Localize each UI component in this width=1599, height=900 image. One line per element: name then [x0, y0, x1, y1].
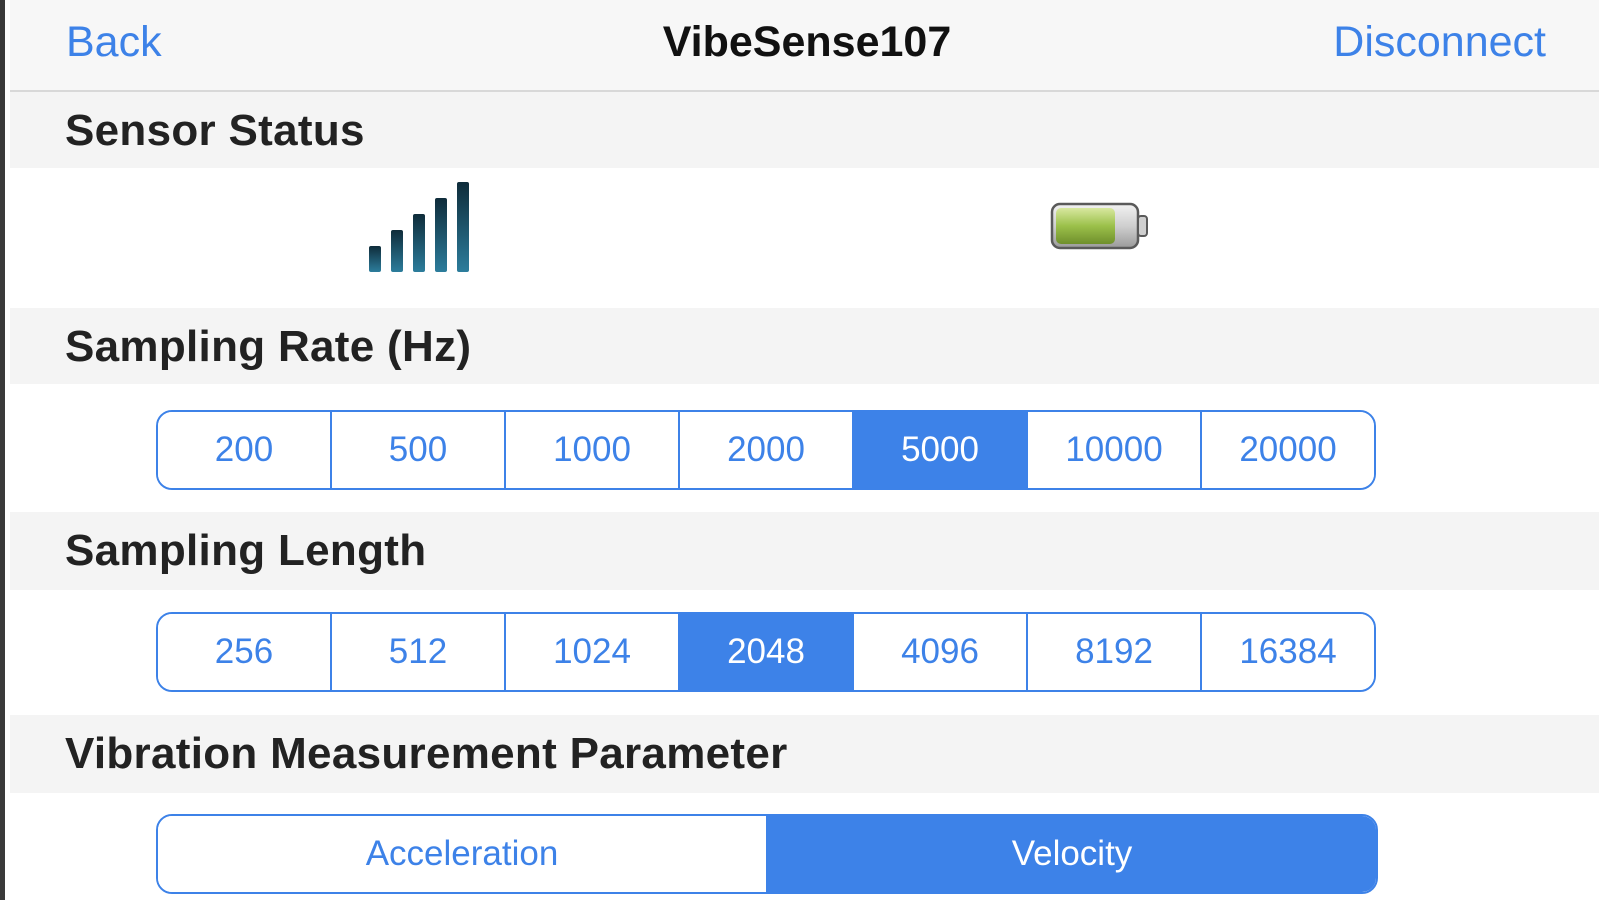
- section-header-sampling-length: Sampling Length: [10, 512, 1599, 590]
- segment-option-512[interactable]: 512: [332, 614, 506, 690]
- section-title: Sampling Length: [65, 526, 427, 575]
- sensor-status-row: [10, 170, 1599, 310]
- signal-bar: [369, 246, 381, 272]
- signal-bar: [457, 182, 469, 272]
- section-header-vibration-parameter: Vibration Measurement Parameter: [10, 715, 1599, 793]
- navigation-bar: Back VibeSense107 Disconnect: [10, 0, 1599, 92]
- segment-option-16384[interactable]: 16384: [1202, 614, 1374, 690]
- segment-option-200[interactable]: 200: [158, 412, 332, 488]
- segment-option-20000[interactable]: 20000: [1202, 412, 1374, 488]
- segment-option-8192[interactable]: 8192: [1028, 614, 1202, 690]
- section-header-sensor-status: Sensor Status: [10, 92, 1599, 168]
- segment-option-1000[interactable]: 1000: [506, 412, 680, 488]
- segment-option-10000[interactable]: 10000: [1028, 412, 1202, 488]
- sampling-rate-segmented-control: 200 500 1000 2000 5000 10000 20000: [156, 410, 1376, 490]
- segment-option-2000[interactable]: 2000: [680, 412, 854, 488]
- device-name: VibeSense107: [662, 18, 952, 66]
- disconnect-button[interactable]: Disconnect: [1333, 18, 1546, 67]
- signal-bar: [413, 214, 425, 272]
- segment-option-1024[interactable]: 1024: [506, 614, 680, 690]
- segment-option-256[interactable]: 256: [158, 614, 332, 690]
- segment-option-4096[interactable]: 4096: [854, 614, 1028, 690]
- segment-option-5000[interactable]: 5000: [854, 412, 1028, 488]
- battery-icon: [1050, 202, 1148, 250]
- signal-bar: [435, 198, 447, 272]
- sampling-length-segmented-control: 256 512 1024 2048 4096 8192 16384: [156, 612, 1376, 692]
- signal-strength-icon: [369, 182, 469, 272]
- signal-bars: [369, 182, 469, 272]
- segment-option-500[interactable]: 500: [332, 412, 506, 488]
- segment-option-velocity[interactable]: Velocity: [768, 816, 1376, 892]
- section-header-sampling-rate: Sampling Rate (Hz): [10, 308, 1599, 384]
- section-title: Vibration Measurement Parameter: [65, 729, 788, 778]
- app-screen: Back VibeSense107 Disconnect Sensor Stat…: [0, 0, 1599, 900]
- segment-option-acceleration[interactable]: Acceleration: [158, 816, 768, 892]
- vibration-parameter-segmented-control: Acceleration Velocity: [156, 814, 1378, 894]
- signal-bar: [391, 230, 403, 272]
- section-title: Sensor Status: [65, 106, 365, 155]
- battery-level-fill: [1056, 208, 1115, 244]
- section-title: Sampling Rate (Hz): [65, 322, 472, 371]
- segment-option-2048[interactable]: 2048: [680, 614, 854, 690]
